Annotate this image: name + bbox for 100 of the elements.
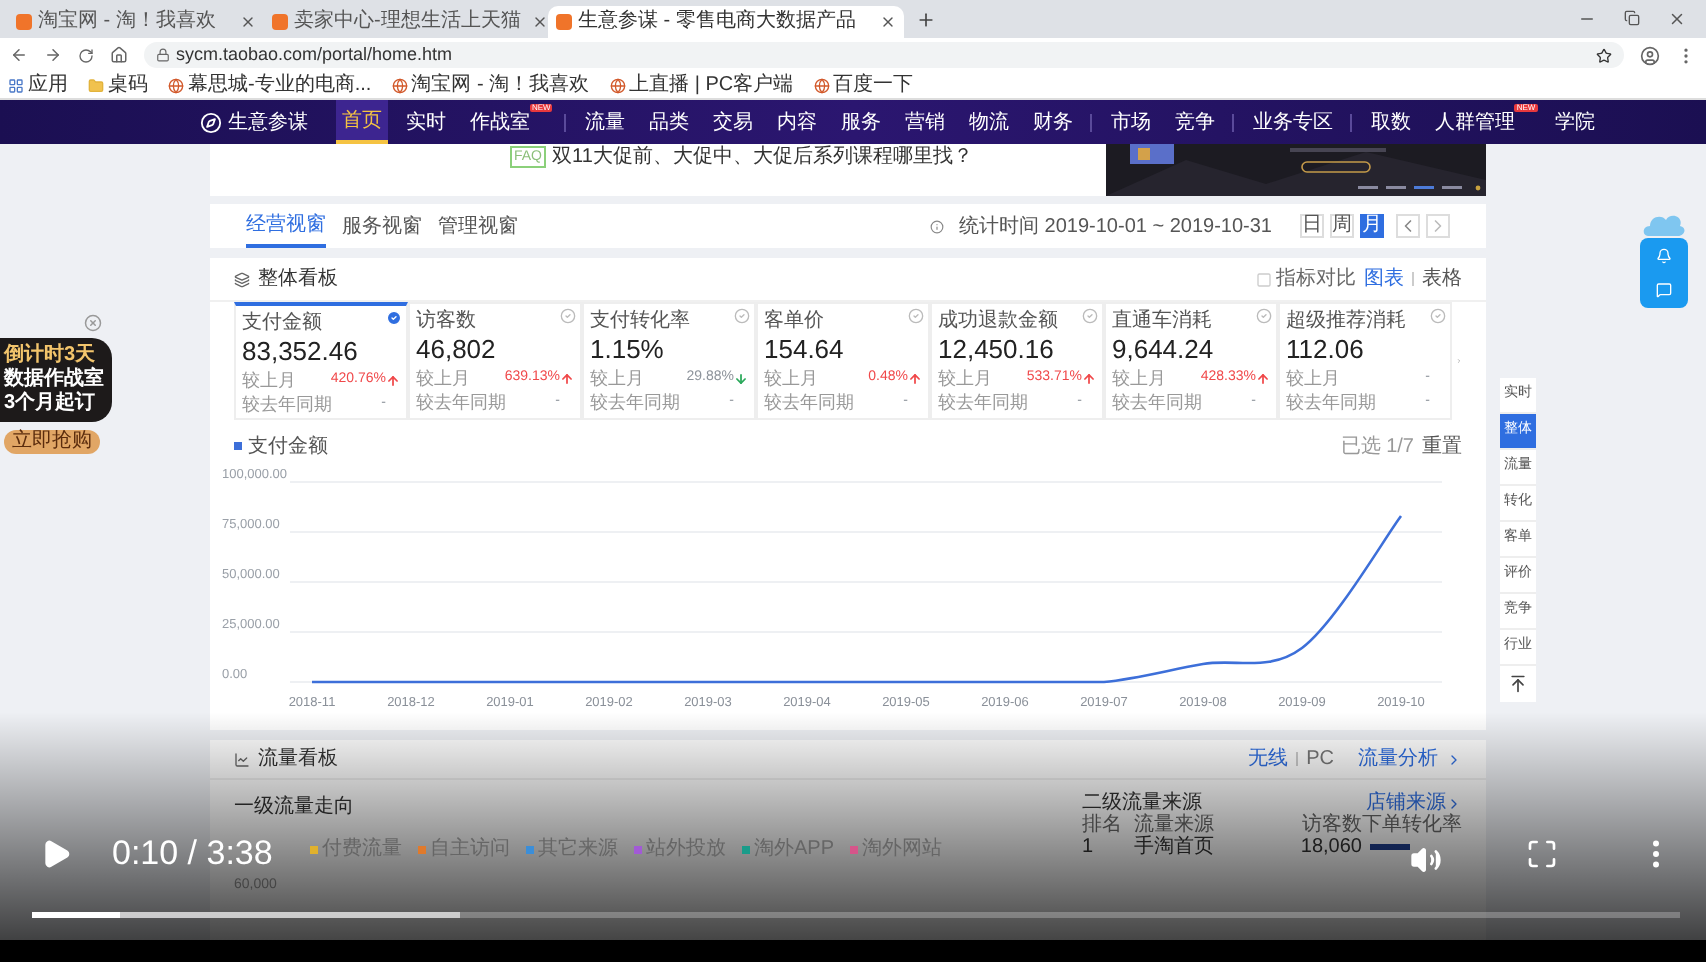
ad-text: 倒计时3天 xyxy=(4,344,98,366)
compare-label: 较去年同期 xyxy=(590,390,680,414)
terminal-toggle[interactable]: 无线 xyxy=(1248,744,1289,774)
bookmark[interactable]: 百度一下 xyxy=(813,75,914,95)
cloud-mascot-icon xyxy=(1642,210,1686,238)
source-link[interactable]: 店铺来源 xyxy=(1366,792,1446,814)
compare-label: 较上月 xyxy=(242,368,296,392)
chevron-icon[interactable] xyxy=(1446,751,1462,767)
metric-value: 1.15% xyxy=(590,334,666,366)
lock-icon xyxy=(156,48,170,62)
close-icon[interactable] xyxy=(532,14,548,30)
nav-item[interactable]: 竞争 xyxy=(1168,100,1221,144)
progress-bar[interactable] xyxy=(32,912,1680,918)
nav-item[interactable]: 学院 xyxy=(1549,100,1602,144)
view-toggle[interactable]: 图表 xyxy=(1364,264,1404,294)
nav-item[interactable]: 营销 xyxy=(898,100,951,144)
bookmark[interactable]: 桌码 xyxy=(88,75,148,95)
tab-title: 卖家中心-理想生活上天猫 xyxy=(294,12,521,32)
legend-swatch xyxy=(234,442,242,450)
subsection-title: 一级流量走向 xyxy=(234,793,356,822)
nav-item[interactable]: 品类 xyxy=(642,100,695,144)
checkbox[interactable] xyxy=(1256,271,1272,287)
bookmark[interactable]: 应用 xyxy=(8,75,68,95)
nav-item[interactable]: 流量 xyxy=(578,100,631,144)
check-icon xyxy=(734,308,750,324)
period-button[interactable]: 月 xyxy=(1360,214,1384,238)
bookmark[interactable]: 上直播 | PC客户端 xyxy=(609,75,794,95)
faq-link[interactable]: 双11大促前、大促中、大促后系列课程哪里找？ xyxy=(552,146,973,168)
nav-item[interactable]: 物流 xyxy=(962,100,1015,144)
compare-label: 较去年同期 xyxy=(938,390,1028,414)
column-header: 流量来源 xyxy=(1134,814,1216,836)
browser-tab[interactable]: 卖家中心-理想生活上天猫 xyxy=(264,6,548,38)
period-button[interactable]: 日 xyxy=(1300,214,1324,238)
bell-icon[interactable] xyxy=(1656,248,1672,264)
nav-item[interactable]: 市场 xyxy=(1104,100,1157,144)
nav-item[interactable]: 交易 xyxy=(706,100,759,144)
check-icon xyxy=(386,310,402,326)
compare-label: 较去年同期 xyxy=(416,390,506,414)
tab-title: 生意参谋 - 零售电商大数据产品 xyxy=(578,12,856,32)
favicon-icon xyxy=(272,14,288,30)
address-field[interactable]: sycm.taobao.com/portal/home.htm xyxy=(144,42,1624,68)
down-arrow-icon xyxy=(734,371,748,385)
bookmark[interactable]: 幕思城-专业的电商... xyxy=(168,75,372,95)
check-icon xyxy=(1082,308,1098,324)
view-tab[interactable]: 服务视窗 xyxy=(342,204,422,248)
nav-item[interactable]: 实时 xyxy=(400,100,452,144)
compare-label: 较上月 xyxy=(1112,366,1166,390)
apps-icon xyxy=(8,77,24,93)
forward-icon[interactable] xyxy=(44,46,62,64)
view-tab[interactable]: 经营视窗 xyxy=(246,204,326,248)
metric-label: 成功退款金额 xyxy=(938,310,1058,334)
folder-icon xyxy=(88,77,104,93)
metric-value: 12,450.16 xyxy=(938,334,1056,366)
bookmark[interactable]: 淘宝网 - 淘！我喜欢 xyxy=(391,75,590,95)
globe-icon xyxy=(168,77,184,93)
fullscreen-icon[interactable] xyxy=(1526,837,1558,870)
period-button[interactable]: 周 xyxy=(1330,214,1354,238)
up-arrow-icon xyxy=(1082,371,1096,385)
reload-icon[interactable] xyxy=(78,47,94,63)
ad-card[interactable]: 倒计时3天 数据作战室 3个月起订 xyxy=(0,338,112,422)
metric-label: 超级推荐消耗 xyxy=(1286,310,1406,334)
nav-item[interactable]: 财务 xyxy=(1026,100,1079,144)
legend-label: 支付金额 xyxy=(248,433,328,461)
view-toggle[interactable]: 表格 xyxy=(1422,264,1462,294)
compare-label: 较去年同期 xyxy=(242,392,332,416)
profile-icon[interactable] xyxy=(1640,45,1660,65)
column-header: 下单转化率 xyxy=(1362,814,1462,836)
checkbox-label: 指标对比 xyxy=(1276,265,1356,294)
close-icon[interactable] xyxy=(880,14,896,30)
chevron-icon[interactable] xyxy=(1446,795,1462,811)
buy-now-button[interactable]: 立即抢购 xyxy=(4,430,100,454)
nav-item[interactable]: 取数 xyxy=(1364,100,1417,144)
browser-tab[interactable]: 生意参谋 - 零售电商大数据产品 xyxy=(548,6,904,38)
volume-icon[interactable] xyxy=(1410,843,1442,876)
metric-value: 83,352.46 xyxy=(242,336,360,368)
compare-label: 较去年同期 xyxy=(1286,390,1376,414)
view-tab[interactable]: 管理视窗 xyxy=(438,204,518,248)
previous-icon[interactable] xyxy=(1396,214,1420,238)
nav-item[interactable]: 首页 xyxy=(336,100,388,144)
message-icon[interactable] xyxy=(1656,282,1672,298)
nav-item[interactable]: 内容 xyxy=(770,100,823,144)
analysis-link[interactable]: 流量分析 xyxy=(1358,744,1438,774)
home-icon[interactable] xyxy=(110,46,128,64)
restore-icon[interactable] xyxy=(1624,10,1640,26)
close-icon[interactable] xyxy=(1668,10,1686,28)
back-icon[interactable] xyxy=(10,46,28,64)
new-tab-icon[interactable] xyxy=(916,10,936,30)
column-header: 访客数 xyxy=(1300,814,1362,836)
nav-item[interactable]: 服务 xyxy=(834,100,887,144)
check-icon xyxy=(560,308,576,324)
time-display: 0:10 / 3:38 xyxy=(112,832,273,876)
nav-item[interactable]: 业务专区 xyxy=(1246,100,1339,144)
star-icon[interactable] xyxy=(1596,47,1612,63)
close-icon[interactable] xyxy=(240,14,256,30)
browser-tab[interactable]: 淘宝网 - 淘！我喜欢 xyxy=(8,6,264,38)
reset-link[interactable]: 重置 xyxy=(1422,431,1462,461)
section-title: 流量看板 xyxy=(258,745,338,774)
play-icon[interactable] xyxy=(40,837,72,870)
back-to-top-icon[interactable] xyxy=(1508,674,1528,694)
terminal-toggle[interactable]: PC xyxy=(1306,744,1334,774)
